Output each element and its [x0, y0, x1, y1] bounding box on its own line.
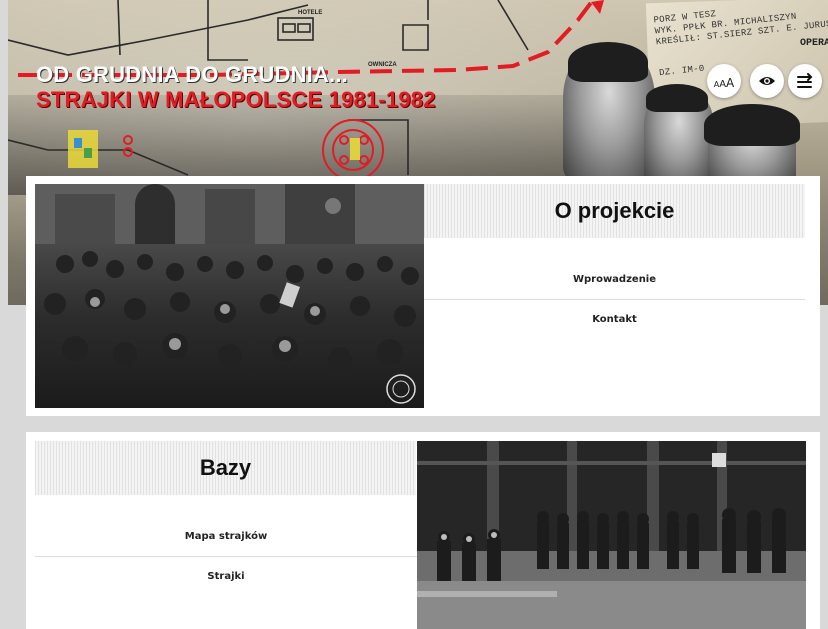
- section-header-o-projekcie: O projekcie: [424, 184, 805, 238]
- menu-arrows-icon: [797, 73, 813, 88]
- section-header-bazy: Bazy: [35, 441, 416, 495]
- section-title-bazy: Bazy: [199, 455, 252, 480]
- hero-title: OD GRUDNIA DO GRUDNIA... STRAJKI W MAŁOP…: [36, 62, 436, 112]
- font-size-button[interactable]: AAA: [707, 64, 741, 98]
- font-size-icon: AAA: [713, 75, 735, 90]
- card-bazy: Bazy Mapa strajków Strajki: [26, 432, 820, 629]
- contrast-button[interactable]: [750, 64, 784, 98]
- menu-link-mapa-strajkow[interactable]: Mapa strajków: [35, 517, 417, 557]
- menu-link-strajki[interactable]: Strajki: [35, 557, 417, 597]
- photo-crowd-protest: [35, 184, 424, 408]
- eye-icon: [759, 77, 775, 85]
- hero-title-line1: OD GRUDNIA DO GRUDNIA...: [36, 62, 348, 87]
- photo-riot-police-line: [417, 441, 806, 629]
- menu-o-projekcie: Wprowadzenie Kontakt: [424, 260, 805, 340]
- map-label-opera: OPERA: [800, 38, 828, 49]
- portrait-1-hair: [568, 42, 648, 82]
- hero-title-line2: STRAJKI W MAŁOPOLSCE 1981-1982: [36, 87, 436, 112]
- portrait-3-hair: [704, 104, 800, 146]
- menu-link-kontakt[interactable]: Kontakt: [424, 300, 805, 340]
- police-illustration: [417, 441, 806, 629]
- map-label-hotele: HOTELE: [298, 10, 322, 16]
- section-title-o-projekcie: O projekcie: [554, 198, 675, 223]
- portrait-2-hair: [646, 84, 708, 112]
- menu-button[interactable]: [788, 64, 822, 98]
- crowd-illustration: [35, 184, 424, 404]
- menu-bazy: Mapa strajków Strajki: [35, 517, 417, 597]
- menu-link-wprowadzenie[interactable]: Wprowadzenie: [424, 260, 805, 300]
- card-o-projekcie: O projekcie Wprowadzenie Kontakt: [26, 176, 820, 416]
